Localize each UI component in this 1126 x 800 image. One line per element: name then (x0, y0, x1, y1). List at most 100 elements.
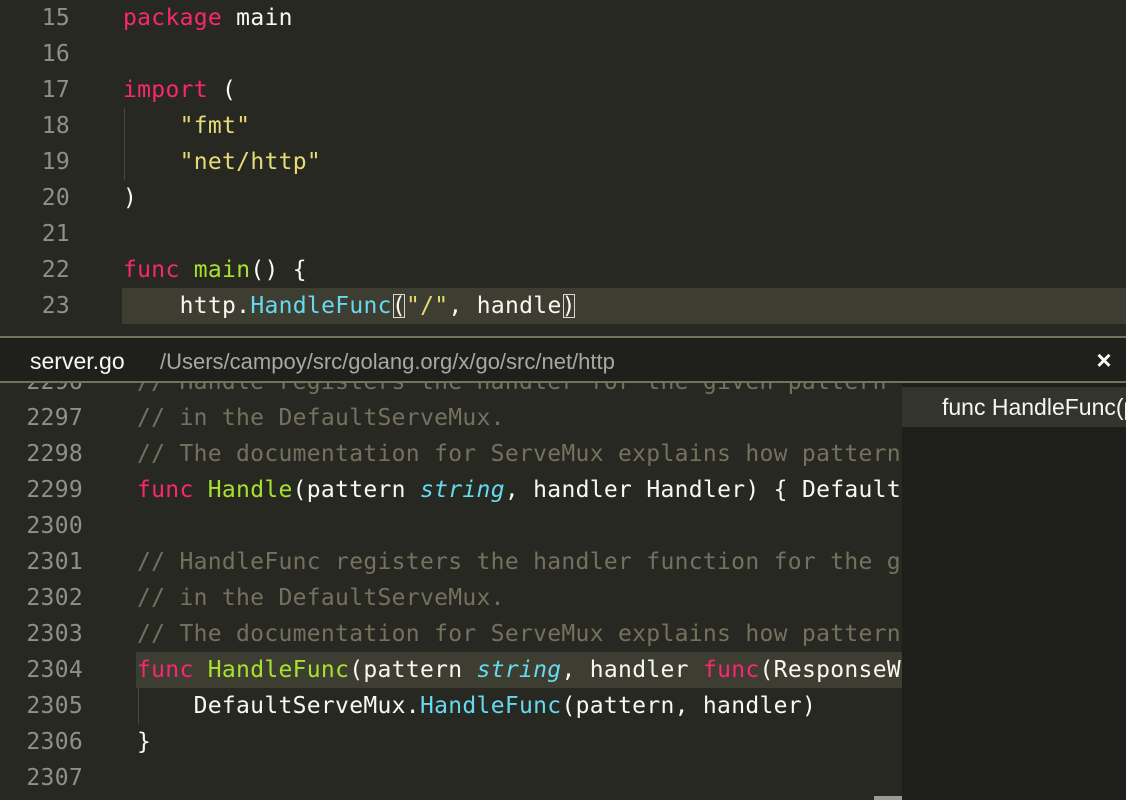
line-number: 19 (41, 149, 70, 175)
code-text: ) (123, 180, 137, 216)
line-number: 18 (41, 113, 70, 139)
code-token: , handler (561, 657, 703, 683)
code-text: func main() { (123, 252, 307, 288)
line-number: 2306 (26, 729, 83, 755)
editor-line[interactable]: 23 http.HandleFunc("/", handle) (0, 288, 1126, 324)
line-number: 22 (41, 257, 70, 283)
peek-references-list: func HandleFunc(pattern string, handler … (902, 383, 1126, 800)
close-icon[interactable]: × (1088, 344, 1120, 376)
indent-guide (138, 688, 139, 724)
code-text: // in the DefaultServeMux. (137, 580, 505, 616)
code-token: "net/http" (179, 149, 322, 175)
editor-line[interactable]: 22 func main() { (0, 252, 1126, 288)
editor-line[interactable]: 20) (0, 180, 1126, 216)
code-text: // in the DefaultServeMux. (137, 400, 505, 436)
horizontal-scrollbar[interactable] (874, 796, 902, 800)
code-token: (pattern (349, 657, 477, 683)
code-token: main (222, 5, 293, 31)
line-number: 2303 (26, 621, 83, 647)
line-number: 2304 (26, 657, 83, 683)
editor-line[interactable]: 19 "net/http" (0, 144, 1126, 180)
code-text: "fmt" (123, 108, 250, 144)
code-token: main (193, 257, 251, 283)
code-text: // Handle registers the handler for the … (137, 383, 887, 400)
code-text: http.HandleFunc("/", handle) (123, 288, 576, 324)
peek-line[interactable]: 2304 func HandleFunc(pattern string, hand… (0, 652, 902, 688)
peek-file-path: /Users/campoy/src/golang.org/x/go/src/ne… (160, 349, 615, 374)
code-token: HandleFunc (419, 693, 562, 719)
editor-line[interactable]: 18 "fmt" (0, 108, 1126, 144)
code-token: ) (123, 185, 138, 211)
code-token: string (419, 477, 505, 503)
line-number: 20 (41, 185, 70, 211)
peek-line[interactable]: 2298 // The documentation for ServeMux ex… (0, 436, 902, 472)
line-number: 16 (41, 41, 70, 67)
code-token: string (476, 657, 562, 683)
code-token: ( (207, 77, 237, 103)
code-token: , handle (448, 293, 562, 319)
editor-line[interactable]: 15 package main (0, 0, 1126, 36)
editor-line[interactable]: 17 import ( (0, 72, 1126, 108)
code-token: http. (123, 293, 251, 319)
code-text: // HandleFunc registers the handler func… (137, 544, 902, 580)
code-token: "fmt" (179, 113, 251, 139)
code-token: (pattern (292, 477, 420, 503)
code-text: // The documentation for ServeMux explai… (137, 436, 902, 472)
code-token: , handler Handler) { DefaultServeMux.Han… (504, 477, 902, 503)
code-text: import ( (123, 72, 236, 108)
code-text: package main (123, 0, 293, 36)
peek-line[interactable]: 2305 DefaultServeMux.HandleFunc(pattern,… (0, 688, 902, 724)
editor-line[interactable]: 16 (0, 36, 1126, 72)
code-token: } (137, 729, 152, 755)
line-number: 23 (41, 293, 70, 319)
code-token: // in the DefaultServeMux. (137, 585, 505, 611)
peek-line[interactable]: 2302 // in the DefaultServeMux. (0, 580, 902, 616)
code-text: func HandleFunc(pattern string, handler … (137, 652, 902, 688)
code-text: DefaultServeMux.HandleFunc(pattern, hand… (137, 688, 816, 724)
code-token: (ResponseWriter, *Request)) { (759, 657, 902, 683)
line-number: 2299 (26, 477, 83, 503)
code-token: func (137, 477, 194, 503)
line-number: 2296 (0, 383, 83, 400)
main-editor[interactable]: 15 package main 16 17 import (18 "fmt" 19 "ne… (0, 0, 1126, 340)
code-text: func Handle(pattern string, handler Hand… (137, 472, 902, 508)
peek-line[interactable]: 2301 // HandleFunc registers the handler … (0, 544, 902, 580)
peek-code-view[interactable]: 2296 // Handle registers the handler for … (0, 383, 902, 800)
code-token: Handle (207, 477, 293, 503)
code-token: package (123, 5, 223, 31)
code-token: func (123, 257, 180, 283)
code-token: import (123, 77, 208, 103)
line-number: 2297 (26, 405, 83, 431)
reference-item[interactable]: func HandleFunc(pattern string, handler … (902, 387, 1126, 427)
code-token: func (702, 657, 760, 683)
code-token: (pattern, handler) (561, 693, 817, 719)
peek-line[interactable]: 2300 (0, 508, 902, 544)
code-token: DefaultServeMux. (137, 693, 420, 719)
peek-line[interactable]: 2306} (0, 724, 902, 760)
peek-line[interactable]: 2303 // The documentation for ServeMux ex… (0, 616, 902, 652)
code-token: HandleFunc (207, 657, 350, 683)
code-token: // HandleFunc registers the handler func… (137, 549, 902, 575)
peek-line[interactable]: 2297 // in the DefaultServeMux. (0, 400, 902, 436)
line-number: 2300 (26, 513, 83, 539)
peek-definition-panel: server.go /Users/campoy/src/golang.org/x… (0, 336, 1126, 800)
code-text: // The documentation for ServeMux explai… (137, 616, 902, 652)
line-number: 15 (41, 5, 70, 31)
line-number: 2307 (26, 765, 83, 791)
line-number: 21 (41, 221, 70, 247)
peek-line[interactable]: 2307 (0, 760, 902, 796)
code-token: "/" (405, 293, 449, 319)
code-text: } (137, 724, 151, 760)
editor-line[interactable]: 21 (0, 216, 1126, 252)
peek-file-name[interactable]: server.go (30, 348, 125, 375)
line-number: 2302 (26, 585, 83, 611)
code-token: () { (250, 257, 307, 283)
peek-line[interactable]: 2296 // Handle registers the handler for … (0, 383, 902, 400)
code-token: func (137, 657, 194, 683)
line-number: 17 (41, 77, 70, 103)
peek-line[interactable]: 2299 func Handle(pattern string, handler … (0, 472, 902, 508)
